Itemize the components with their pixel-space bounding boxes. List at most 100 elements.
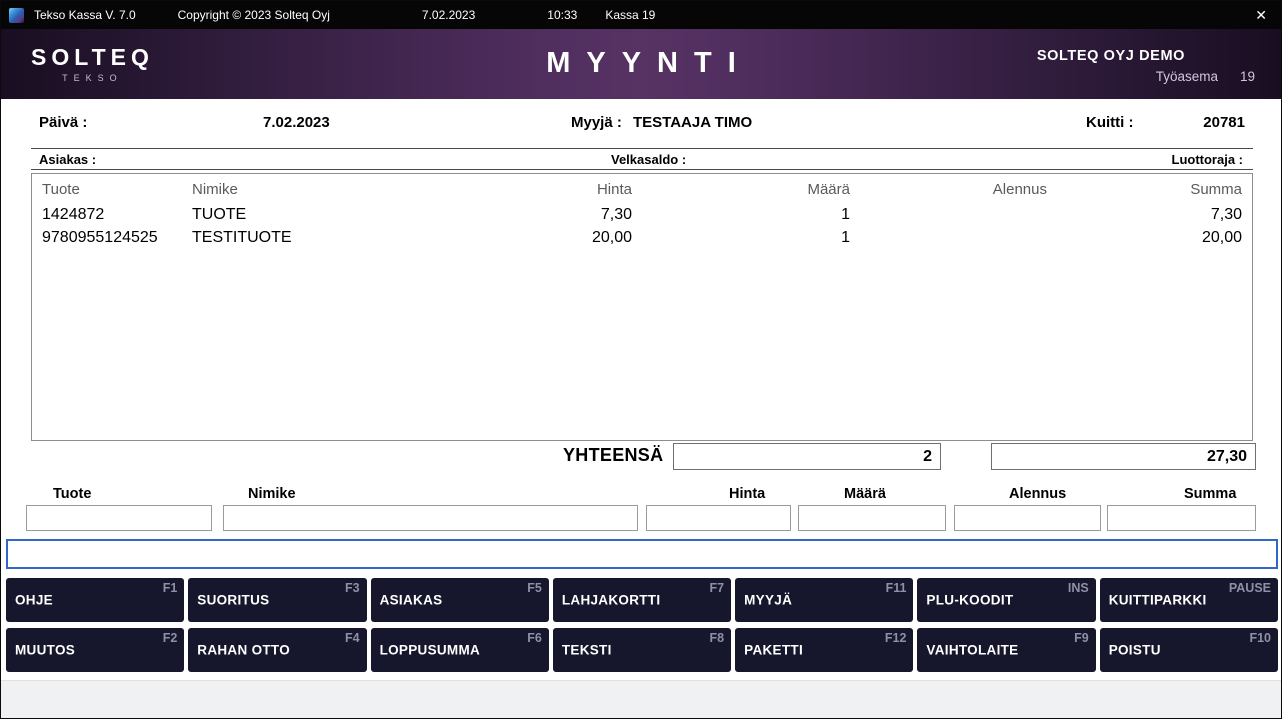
- date-label: Päivä :: [39, 114, 87, 131]
- command-entry-input[interactable]: [6, 539, 1278, 569]
- total-sum-box: 27,30: [991, 443, 1256, 470]
- button-label: SUORITUS: [197, 593, 269, 608]
- button-label: LAHJAKORTTI: [562, 593, 661, 608]
- total-label: YHTEENSÄ: [563, 445, 663, 466]
- cell-summa: 20,00: [1047, 229, 1242, 247]
- seller-label: Myyjä :: [571, 114, 622, 131]
- entry-inputs-row: [1, 505, 1281, 532]
- table-row[interactable]: 9780955124525 TESTITUOTE 20,00 1 20,00: [32, 226, 1252, 249]
- button-hotkey: F5: [527, 581, 542, 595]
- receipt-label: Kuitti :: [1086, 114, 1133, 131]
- button-label: OHJE: [15, 593, 53, 608]
- price-input[interactable]: [646, 505, 791, 531]
- button-label: RAHAN OTTO: [197, 643, 290, 658]
- button-hotkey: INS: [1068, 581, 1089, 595]
- ohje-button[interactable]: OHJE F1: [6, 578, 184, 622]
- close-icon[interactable]: ✕: [1255, 8, 1267, 22]
- rahan-otto-button[interactable]: RAHAN OTTO F4: [188, 628, 366, 672]
- button-hotkey: F3: [345, 581, 360, 595]
- table-row[interactable]: 1424872 TUOTE 7,30 1 7,30: [32, 203, 1252, 226]
- register-id: Kassa 19: [605, 8, 655, 22]
- product-name-input[interactable]: [223, 505, 638, 531]
- logo-subtext: TEKSO: [31, 73, 154, 83]
- poistu-button[interactable]: POISTU F10: [1100, 628, 1278, 672]
- button-hotkey: F8: [710, 631, 725, 645]
- plu-koodit-button[interactable]: PLU-KOODIT INS: [917, 578, 1095, 622]
- status-footer: [1, 680, 1281, 718]
- asiakas-button[interactable]: ASIAKAS F5: [371, 578, 549, 622]
- workstation-number: 19: [1240, 69, 1255, 84]
- cell-tuote: 9780955124525: [42, 229, 192, 247]
- pos-window: Tekso Kassa V. 7.0 Copyright © 2023 Solt…: [0, 0, 1282, 719]
- button-hotkey: F12: [885, 631, 907, 645]
- entry-label-alennus: Alennus: [1009, 486, 1066, 502]
- debt-balance-label: Velkasaldo :: [611, 152, 686, 167]
- suoritus-button[interactable]: SUORITUS F3: [188, 578, 366, 622]
- copyright-text: Copyright © 2023 Solteq Oyj: [178, 8, 330, 22]
- button-label: POISTU: [1109, 643, 1161, 658]
- cell-summa: 7,30: [1047, 206, 1242, 224]
- cell-hinta: 20,00: [432, 229, 632, 247]
- button-hotkey: F2: [163, 631, 178, 645]
- titlebar-date: 7.02.2023: [422, 8, 475, 22]
- store-name: SOLTEQ OYJ DEMO: [1037, 48, 1185, 64]
- receipt-info-row: Päivä : 7.02.2023 Myyjä : TESTAAJA TIMO …: [1, 101, 1281, 145]
- button-hotkey: PAUSE: [1229, 581, 1271, 595]
- button-label: PLU-KOODIT: [926, 593, 1013, 608]
- button-hotkey: F4: [345, 631, 360, 645]
- table-header-row: Tuote Nimike Hinta Määrä Alennus Summa: [32, 176, 1252, 203]
- cell-nimike: TUOTE: [192, 206, 432, 224]
- col-header-hinta: Hinta: [432, 181, 632, 198]
- solteq-logo: SOLTEQ TEKSO: [31, 44, 154, 83]
- cell-maara: 1: [632, 206, 850, 224]
- entry-label-hinta: Hinta: [729, 486, 765, 502]
- kuittiparkki-button[interactable]: KUITTIPARKKI PAUSE: [1100, 578, 1278, 622]
- myyja-button[interactable]: MYYJÄ F11: [735, 578, 913, 622]
- button-label: LOPPUSUMMA: [380, 643, 481, 658]
- entry-label-tuote: Tuote: [53, 486, 91, 502]
- function-key-grid: OHJE F1 SUORITUS F3 ASIAKAS F5 LAHJAKORT…: [6, 578, 1278, 672]
- app-icon: [9, 8, 24, 23]
- button-label: KUITTIPARKKI: [1109, 593, 1207, 608]
- teksti-button[interactable]: TEKSTI F8: [553, 628, 731, 672]
- product-code-input[interactable]: [26, 505, 212, 531]
- credit-limit-label: Luottoraja :: [1172, 152, 1244, 167]
- button-label: VAIHTOLAITE: [926, 643, 1018, 658]
- col-header-nimike: Nimike: [192, 181, 432, 198]
- customer-account-row: Asiakas : Velkasaldo : Luottoraja :: [31, 148, 1253, 170]
- entry-label-nimike: Nimike: [248, 486, 296, 502]
- paketti-button[interactable]: PAKETTI F12: [735, 628, 913, 672]
- date-value: 7.02.2023: [263, 114, 330, 131]
- sum-input[interactable]: [1107, 505, 1256, 531]
- discount-input[interactable]: [954, 505, 1101, 531]
- col-header-tuote: Tuote: [42, 181, 192, 198]
- button-hotkey: F7: [710, 581, 725, 595]
- app-title: Tekso Kassa V. 7.0: [34, 8, 136, 22]
- col-header-maara: Määrä: [632, 181, 850, 198]
- entry-label-summa: Summa: [1184, 486, 1236, 502]
- entry-labels-row: Tuote Nimike Hinta Määrä Alennus Summa: [1, 486, 1281, 504]
- totals-row: YHTEENSÄ 2 27,30: [1, 441, 1281, 473]
- app-header: SOLTEQ TEKSO MYYNTI SOLTEQ OYJ DEMO Työa…: [1, 29, 1281, 99]
- cell-maara: 1: [632, 229, 850, 247]
- loppusumma-button[interactable]: LOPPUSUMMA F6: [371, 628, 549, 672]
- muutos-button[interactable]: MUUTOS F2: [6, 628, 184, 672]
- customer-label: Asiakas :: [39, 152, 96, 167]
- sales-lines-table: Tuote Nimike Hinta Määrä Alennus Summa 1…: [31, 173, 1253, 441]
- button-hotkey: F6: [527, 631, 542, 645]
- vaihtolaite-button[interactable]: VAIHTOLAITE F9: [917, 628, 1095, 672]
- button-hotkey: F10: [1249, 631, 1271, 645]
- button-hotkey: F1: [163, 581, 178, 595]
- logo-text: SOLTEQ: [31, 44, 154, 71]
- button-label: MYYJÄ: [744, 593, 792, 608]
- seller-name: TESTAAJA TIMO: [633, 114, 752, 131]
- col-header-alennus: Alennus: [850, 181, 1047, 198]
- quantity-input[interactable]: [798, 505, 946, 531]
- cell-hinta: 7,30: [432, 206, 632, 224]
- button-label: TEKSTI: [562, 643, 612, 658]
- workstation-label: Työasema: [1156, 69, 1218, 84]
- button-label: MUUTOS: [15, 643, 75, 658]
- titlebar-time: 10:33: [547, 8, 577, 22]
- lahjakortti-button[interactable]: LAHJAKORTTI F7: [553, 578, 731, 622]
- entry-label-maara: Määrä: [844, 486, 886, 502]
